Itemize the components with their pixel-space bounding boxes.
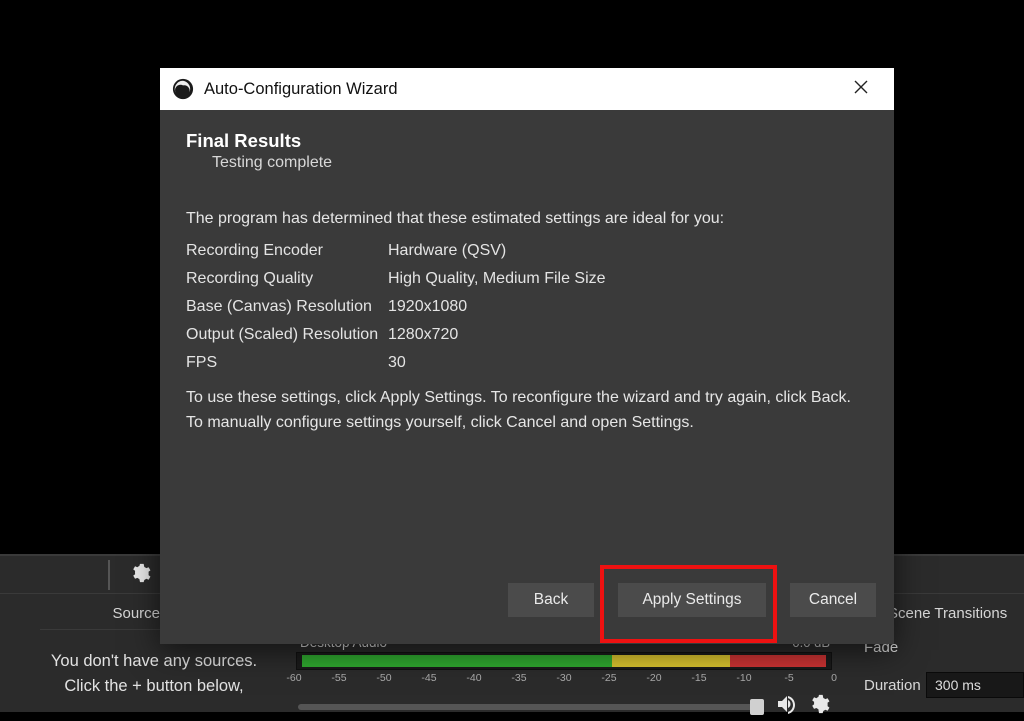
meter-tick: -15 (691, 672, 706, 684)
meter-tick: -25 (601, 672, 616, 684)
setting-label: FPS (186, 354, 388, 372)
results-subheading: Testing complete (212, 154, 868, 172)
setting-value: 1920x1080 (388, 298, 868, 316)
results-outro-text: To use these settings, click Apply Setti… (186, 386, 868, 436)
sources-settings-button[interactable] (108, 560, 156, 590)
meter-tick: -45 (421, 672, 436, 684)
meter-tick: -50 (376, 672, 391, 684)
no-sources-message: You don't have any sources. Click the + … (28, 649, 280, 699)
setting-value: High Quality, Medium File Size (388, 270, 868, 288)
meter-tick-labels: -60-55-50-45-40-35-30-25-20-15-10-50 (294, 672, 834, 688)
setting-value: 30 (388, 354, 868, 372)
meter-green-segment (302, 655, 612, 667)
meter-tick: 0 (831, 672, 837, 684)
meter-tick: -40 (466, 672, 481, 684)
results-intro-text: The program has determined that these es… (186, 210, 868, 228)
apply-settings-button[interactable]: Apply Settings (618, 583, 766, 617)
meter-tick: -60 (286, 672, 301, 684)
no-sources-line: You don't have any sources. (28, 649, 280, 674)
meter-red-segment (730, 655, 826, 667)
dialog-close-button[interactable] (840, 68, 882, 110)
setting-label: Recording Quality (186, 270, 388, 288)
no-sources-line: Click the + button below, (28, 674, 280, 699)
meter-tick: -5 (784, 672, 793, 684)
setting-label: Base (Canvas) Resolution (186, 298, 388, 316)
dialog-button-row: Back Apply Settings Cancel (160, 566, 894, 644)
meter-tick: -55 (331, 672, 346, 684)
auto-configuration-wizard-dialog: Auto-Configuration Wizard Final Results … (160, 68, 894, 644)
dialog-body: Final Results Testing complete The progr… (160, 110, 894, 566)
mixer-settings-button[interactable] (808, 693, 830, 720)
transition-duration-field[interactable]: 300 ms (926, 672, 1024, 698)
speaker-icon[interactable] (772, 692, 800, 721)
transition-duration-label: Duration (856, 677, 926, 694)
back-button[interactable]: Back (508, 583, 594, 617)
setting-value: 1280x720 (388, 326, 868, 344)
obs-logo-icon (172, 78, 194, 100)
setting-label: Recording Encoder (186, 242, 388, 260)
meter-tick: -30 (556, 672, 571, 684)
meter-tick: -20 (646, 672, 661, 684)
results-heading: Final Results (186, 130, 868, 152)
setting-value: Hardware (QSV) (388, 242, 868, 260)
gear-icon (129, 562, 151, 589)
volume-slider-thumb[interactable] (750, 699, 764, 715)
meter-tick: -10 (736, 672, 751, 684)
audio-level-meter (296, 652, 832, 670)
dialog-titlebar[interactable]: Auto-Configuration Wizard (160, 68, 894, 110)
audio-mixer: Desktop Audio 0.0 dB -60-55-50-45-40-35-… (294, 635, 834, 721)
results-settings-table: Recording Encoder Hardware (QSV) Recordi… (186, 242, 868, 372)
meter-tick: -35 (511, 672, 526, 684)
volume-slider[interactable] (298, 704, 764, 710)
close-icon (853, 79, 869, 100)
meter-yellow-segment (612, 655, 729, 667)
cancel-button[interactable]: Cancel (790, 583, 876, 617)
scene-transitions-header: Scene Transitions (884, 605, 1024, 630)
dialog-title: Auto-Configuration Wizard (204, 80, 840, 99)
setting-label: Output (Scaled) Resolution (186, 326, 388, 344)
